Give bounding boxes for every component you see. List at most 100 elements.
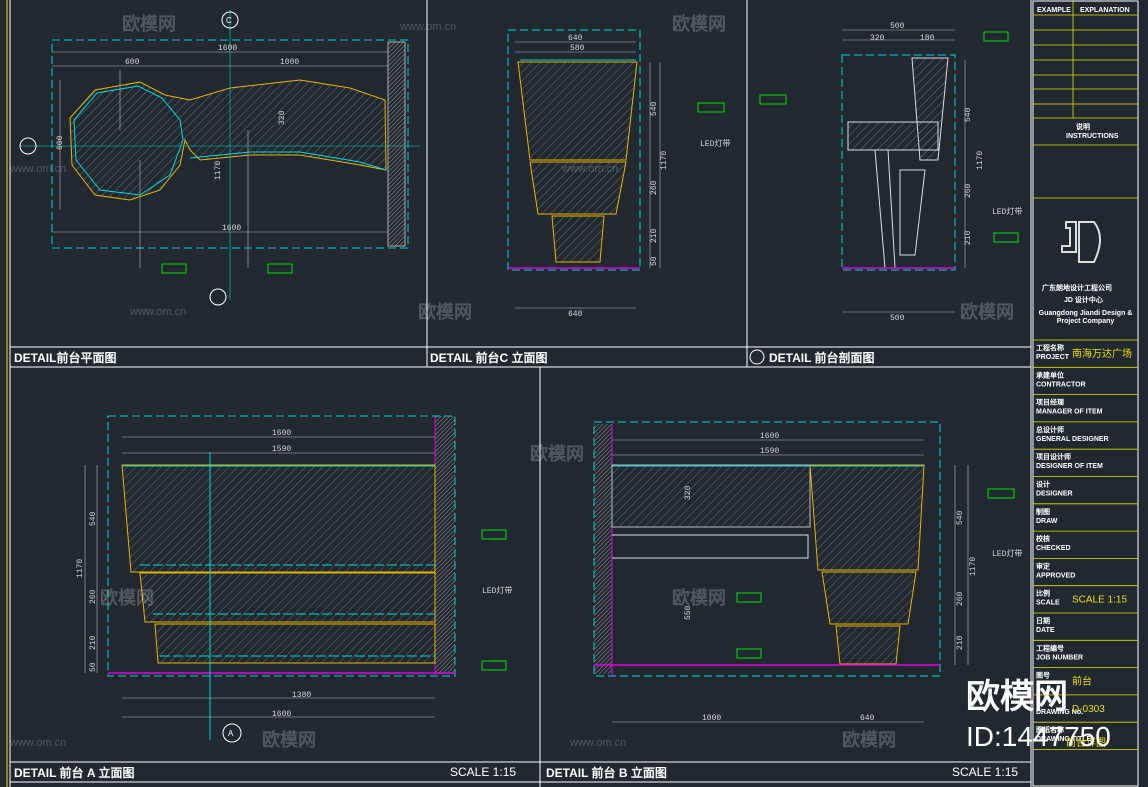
row-label-cn: 总设计师 bbox=[1036, 425, 1064, 434]
row-label-en: MANAGER OF ITEM bbox=[1036, 409, 1103, 416]
row-label-cn: 制图 bbox=[1036, 507, 1050, 516]
watermark-site: www.om.cn bbox=[9, 737, 66, 749]
row-value: SCALE 1:15 bbox=[1072, 595, 1127, 606]
b-dim-640: 640 bbox=[860, 714, 875, 723]
tag-box bbox=[759, 94, 787, 105]
watermark-site: www.om.cn bbox=[129, 306, 186, 318]
row-label-en: PROJECT bbox=[1036, 354, 1070, 361]
b-dim-260: 260 bbox=[956, 591, 965, 606]
c-dim-1170: 1170 bbox=[660, 151, 669, 170]
tag-box bbox=[987, 488, 1015, 499]
a-dim-540: 540 bbox=[89, 511, 98, 526]
tag-box bbox=[161, 263, 187, 274]
a-dim-1600: 1600 bbox=[272, 429, 291, 438]
watermark-brand: 欧模网 bbox=[262, 729, 316, 750]
section-dim-210: 210 bbox=[964, 230, 973, 245]
title-block-row: 日期 DATE bbox=[1033, 616, 1138, 641]
tag-box bbox=[697, 102, 725, 113]
plan-view: 1600 600 1000 1600 600 320 1170 C DETAIL… bbox=[14, 10, 420, 365]
title-block-row: 设计 DESIGNER bbox=[1033, 480, 1138, 505]
title-block-row: 工程名称 PROJECT 南海万达广场 bbox=[1033, 343, 1138, 368]
row-label-cn: 项目设计师 bbox=[1036, 452, 1071, 461]
panel-title-elevation-b: DETAIL 前台 B 立面图 bbox=[546, 765, 667, 780]
title-block-row: 项目经理 MANAGER OF ITEM bbox=[1033, 398, 1138, 423]
drawing-canvas: 1600 600 1000 1600 600 320 1170 C DETAIL… bbox=[6, 0, 1139, 787]
b-dim-320: 320 bbox=[684, 485, 693, 500]
plan-dim-bottom-total: 1600 bbox=[222, 224, 241, 233]
section-dim-1170: 1170 bbox=[976, 151, 985, 170]
row-label-en: DESIGNER OF ITEM bbox=[1036, 463, 1103, 470]
row-label-en: DRAW bbox=[1036, 518, 1058, 525]
tag-box bbox=[481, 660, 507, 671]
section-dim-top: 500 bbox=[890, 22, 905, 31]
row-label-cn: 承建单位 bbox=[1036, 370, 1064, 379]
row-value: 南海万达广场 bbox=[1072, 347, 1132, 360]
watermark-brand: 欧模网 bbox=[672, 587, 726, 608]
row-label-cn: 校核 bbox=[1036, 534, 1050, 543]
tb-header-example: EXAMPLE bbox=[1037, 7, 1071, 14]
watermark-site: www.om.cn bbox=[561, 163, 618, 175]
section-dim-260: 260 bbox=[964, 183, 973, 198]
watermark-brand: 欧模网 bbox=[418, 301, 472, 322]
a-dim-210: 210 bbox=[89, 635, 98, 650]
watermark-brand-large: 欧模网 bbox=[966, 678, 1068, 716]
a-dim-1170: 1170 bbox=[76, 559, 85, 578]
row-value: D-0303 bbox=[1072, 704, 1105, 715]
tag-box bbox=[481, 529, 507, 540]
watermark-site: www.om.cn bbox=[399, 21, 456, 33]
row-label-cn: 设计 bbox=[1036, 480, 1050, 489]
row-label-cn: 比例 bbox=[1036, 589, 1050, 598]
title-block-row: 制图 DRAW bbox=[1033, 507, 1138, 532]
title-block: EXAMPLE EXPLANATION 说明 INSTRUCTIONS 广东朗地… bbox=[1032, 0, 1139, 787]
panel-scale-b: SCALE 1:15 bbox=[952, 765, 1018, 779]
c-dim-210: 210 bbox=[650, 228, 659, 243]
b-led-label: LED灯带 bbox=[992, 548, 1022, 559]
b-dim-1170: 1170 bbox=[969, 557, 978, 576]
plan-dim-top-total: 1600 bbox=[218, 44, 237, 53]
b-dim-1600: 1600 bbox=[760, 432, 779, 441]
tag-box bbox=[993, 232, 1019, 243]
section-dim-bottom: 500 bbox=[890, 314, 905, 323]
b-dim-210: 210 bbox=[956, 635, 965, 650]
watermark-site: www.om.cn bbox=[9, 163, 66, 175]
b-dim-1000: 1000 bbox=[702, 714, 721, 723]
watermark-brand: 欧模网 bbox=[960, 301, 1014, 322]
panel-title-section: DETAIL 前台剖面图 bbox=[769, 350, 875, 365]
row-label-cn: 日期 bbox=[1036, 616, 1050, 625]
cad-drawing-sheet: 1600 600 1000 1600 600 320 1170 C DETAIL… bbox=[0, 0, 1148, 787]
marker-label: A bbox=[228, 729, 234, 738]
row-label-cn: 审定 bbox=[1036, 561, 1050, 570]
a-dim-1380: 1380 bbox=[292, 691, 311, 700]
watermark-brand: 欧模网 bbox=[842, 729, 896, 750]
title-block-row: 校核 CHECKED bbox=[1033, 534, 1138, 559]
tag-box bbox=[736, 648, 762, 659]
tb-instructions-cn: 说明 bbox=[1076, 122, 1090, 131]
c-led-label: LED灯带 bbox=[700, 138, 730, 149]
a-dim-bottom: 1600 bbox=[272, 710, 291, 719]
title-block-row: 承建单位 CONTRACTOR bbox=[1033, 370, 1138, 396]
tb-company-sub: JD 设计中心 bbox=[1064, 295, 1103, 304]
elevation-b-view: 1600 1590 320 1170 550 540 260 210 1000 … bbox=[546, 421, 1022, 780]
watermark-brand: 欧模网 bbox=[122, 13, 176, 34]
panel-title-elevation-c: DETAIL 前台C 立面图 bbox=[430, 350, 548, 365]
c-dim-width: 640 bbox=[568, 34, 583, 43]
a-dim-1590: 1590 bbox=[272, 445, 291, 454]
row-label-en: CHECKED bbox=[1036, 545, 1071, 552]
section-led-label: LED灯带 bbox=[992, 206, 1022, 217]
c-dim-bottom: 640 bbox=[568, 310, 583, 319]
tag-box bbox=[736, 592, 762, 603]
title-block-row: 工程编号 JOB NUMBER bbox=[1033, 643, 1138, 668]
watermark-brand: 欧模网 bbox=[100, 587, 154, 608]
row-label-cn: 项目经理 bbox=[1036, 398, 1064, 407]
plan-dim-height: 1170 bbox=[214, 161, 223, 180]
a-dim-260: 260 bbox=[89, 589, 98, 604]
section-dim-540: 540 bbox=[964, 107, 973, 122]
section-symbol-icon bbox=[749, 349, 765, 365]
title-block-row: 项目设计师 DESIGNER OF ITEM bbox=[1033, 452, 1138, 477]
section-dim-320: 320 bbox=[870, 34, 885, 43]
c-dim-260: 260 bbox=[650, 180, 659, 195]
title-block-row: 审定 APPROVED bbox=[1033, 561, 1138, 587]
panel-title-plan: DETAIL前台平面图 bbox=[14, 350, 116, 365]
title-block-row: 总设计师 GENERAL DESIGNER bbox=[1033, 425, 1138, 450]
plan-dim-mid: 320 bbox=[278, 110, 287, 125]
